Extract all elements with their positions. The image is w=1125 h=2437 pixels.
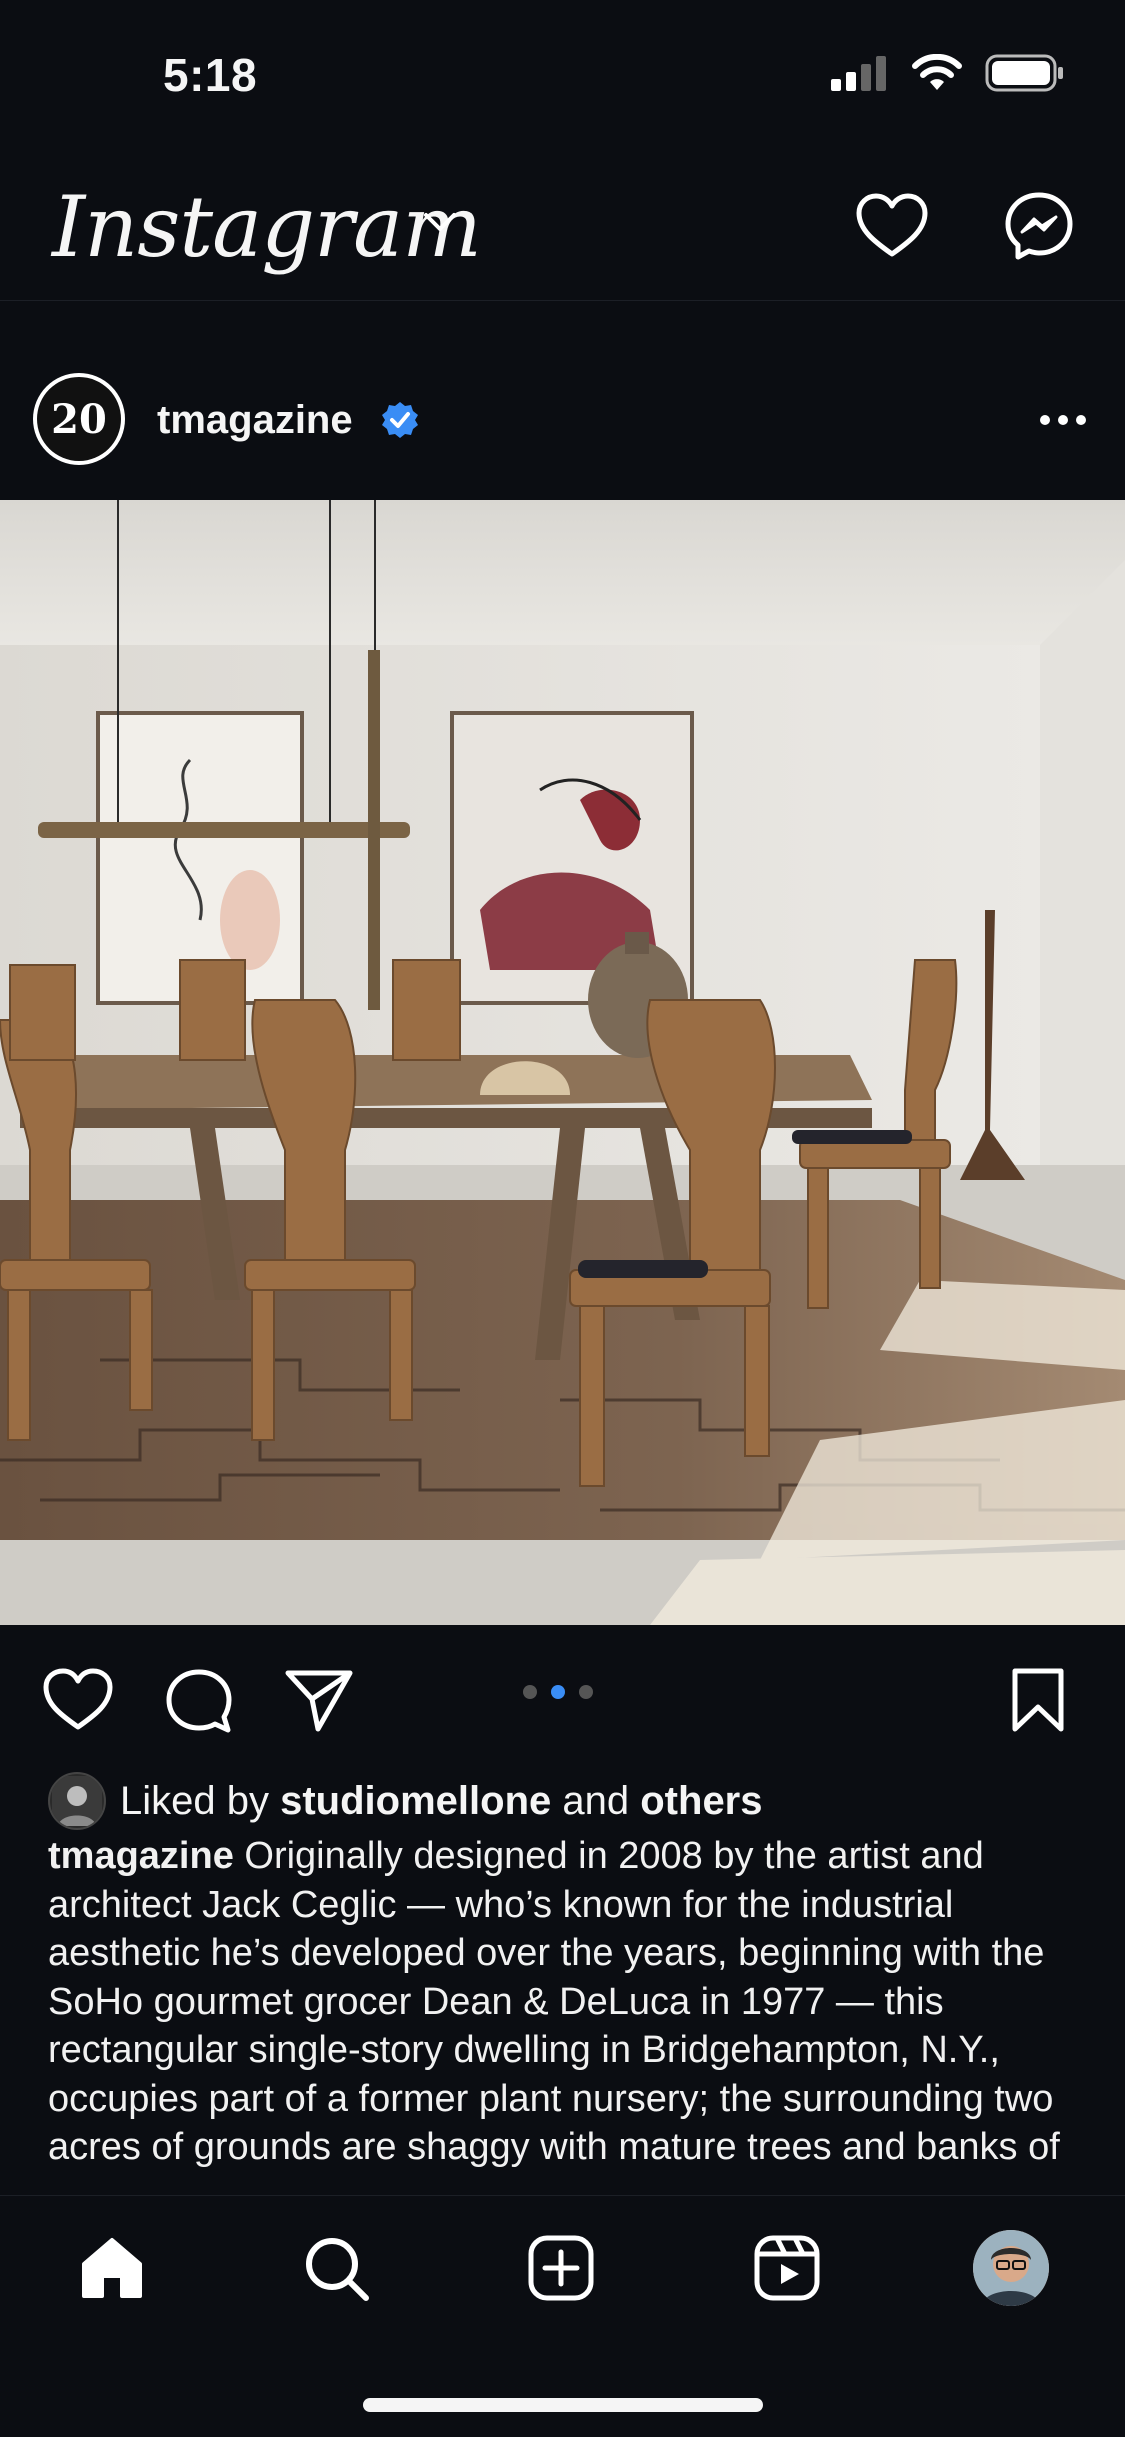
reels-icon[interactable] [753,2234,821,2302]
carousel-indicator [523,1685,593,1699]
carousel-dot-active [551,1685,565,1699]
share-icon[interactable] [284,1667,354,1733]
post-caption: tmagazine Originally designed in 2008 by… [48,1832,1088,2192]
status-bar: 5:18 [0,0,1125,150]
create-icon[interactable] [527,2234,595,2302]
user-silhouette-icon [52,1776,102,1826]
battery-icon [985,54,1063,92]
post-header: 20 tmagazine [0,360,1125,480]
comment-icon[interactable] [164,1667,234,1735]
caption-text: Originally designed in 2008 by the artis… [48,1835,1060,2168]
home-indicator[interactable] [363,2398,763,2412]
liked-others[interactable]: others [640,1779,762,1824]
like-icon[interactable] [42,1667,114,1731]
liked-and: and [562,1778,630,1823]
chevron-down-icon[interactable] [422,210,458,234]
app-header: Instagram [0,150,1125,301]
status-icons [831,54,1065,92]
wifi-icon [912,54,962,90]
post-avatar[interactable]: 20 [33,373,125,465]
bookmark-icon[interactable] [1010,1667,1066,1733]
instagram-logo[interactable]: Instagram [52,178,482,276]
search-icon[interactable] [302,2234,372,2304]
verified-badge-icon [382,402,418,438]
heart-icon[interactable] [855,192,929,258]
messenger-icon[interactable] [1003,190,1075,262]
status-time: 5:18 [163,49,258,101]
profile-avatar[interactable] [973,2230,1049,2306]
more-options-icon[interactable] [1039,414,1087,426]
caption-username[interactable]: tmagazine [48,1835,234,1877]
liked-prefix: Liked by [120,1778,269,1823]
post-photo[interactable] [0,500,1125,1625]
cellular-signal-icon [831,56,886,91]
post-actions [0,1625,1125,1775]
carousel-dot [579,1685,593,1699]
post-username[interactable]: tmagazine [157,398,353,443]
profile-photo-icon [973,2230,1049,2306]
liked-by-row[interactable]: Liked by studiomellone and others [48,1772,763,1830]
post-avatar-image: 20 [37,377,121,461]
carousel-dot [523,1685,537,1699]
dining-room-photo [0,500,1125,1625]
liked-by-avatar [48,1772,106,1830]
home-icon[interactable] [78,2234,146,2302]
liked-user[interactable]: studiomellone [280,1779,551,1824]
